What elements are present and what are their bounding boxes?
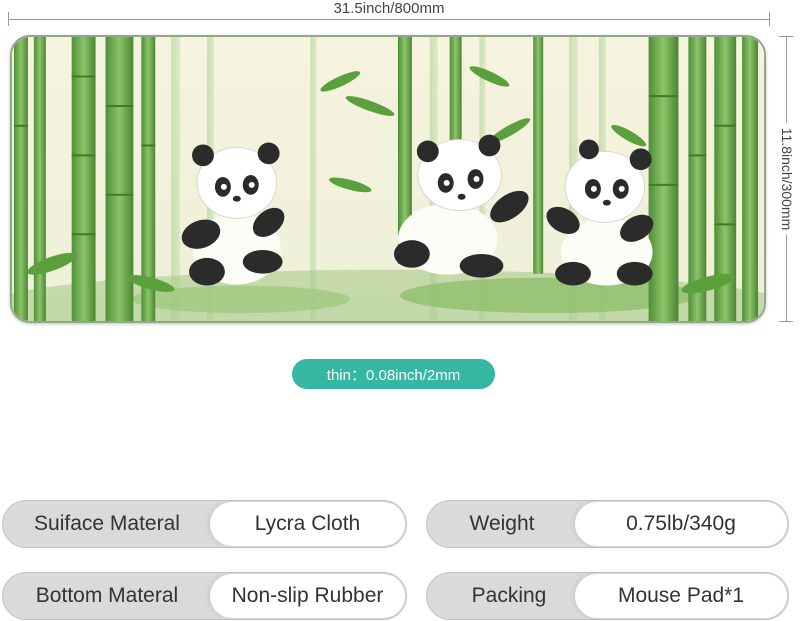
spec-surface-material: Suiface Materal Lycra Cloth [2,500,407,548]
spec-bottom-material: Bottom Materal Non-slip Rubber [2,572,407,620]
height-dimension-tick-top [779,36,793,37]
spec-label: Suiface Materal [34,512,180,535]
spec-label: Packing [471,584,547,607]
height-dimension: 11.8inch/300mm [774,36,800,322]
mouse-pad-image [10,35,766,323]
spec-value: Non-slip Rubber [210,574,405,618]
spec-packing: Packing Mouse Pad*1 [426,572,789,620]
width-dimension-tick-right [769,12,770,26]
thickness-badge: thin：0.08inch/2mm [292,359,495,389]
height-dimension-tick-bottom [779,321,793,322]
width-label: 31.5inch/800mm [327,0,451,17]
width-dimension-tick-left [8,12,9,26]
panda-bamboo-illustration [12,37,764,321]
spec-value: Lycra Cloth [210,502,405,546]
height-label: 11.8inch/300mm [779,122,795,236]
spec-label: Weight [469,512,535,535]
spec-weight: Weight 0.75lb/340g [426,500,789,548]
width-dimension-line [8,19,770,20]
spec-value: Mouse Pad*1 [575,574,787,618]
spec-label: Bottom Materal [35,584,179,607]
spec-value: 0.75lb/340g [575,502,787,546]
width-dimension: 31.5inch/800mm [8,0,770,30]
